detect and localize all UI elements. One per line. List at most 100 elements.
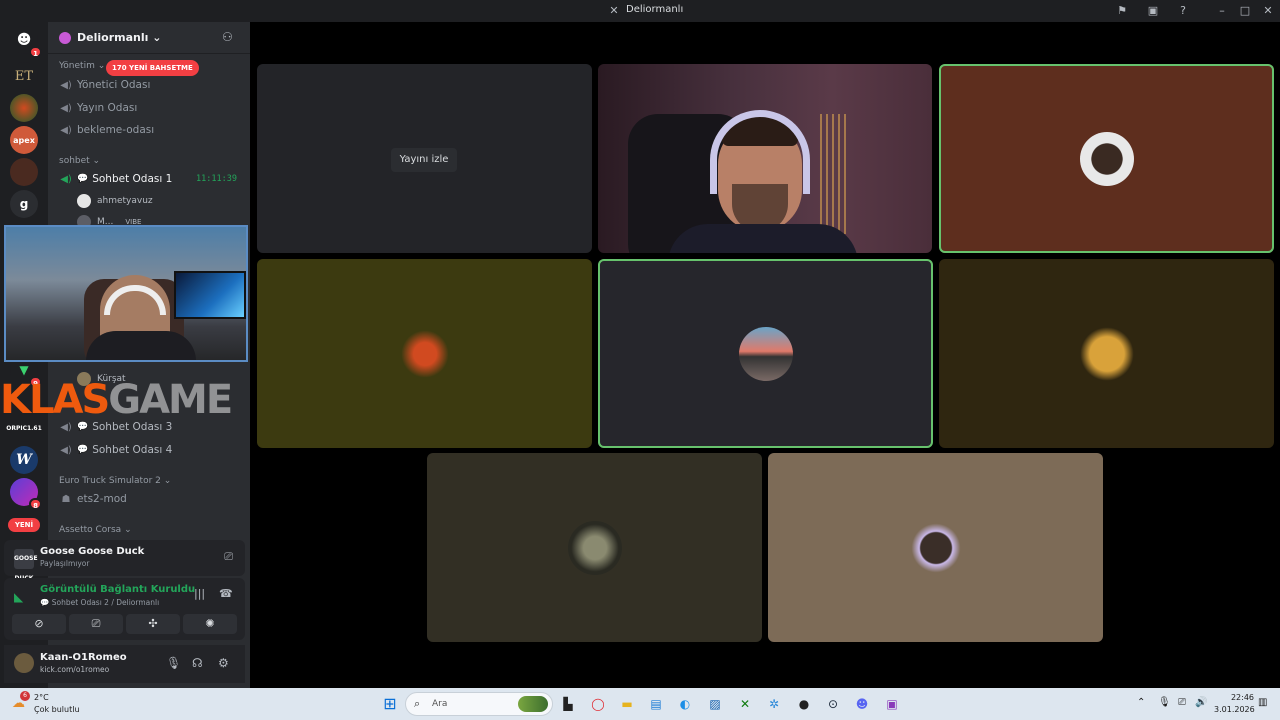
home-badge: 1 (29, 46, 42, 58)
channel-bekleme-odasi[interactable]: ◀) bekleme-odası (59, 120, 245, 140)
home-discord-icon[interactable]: ☻ 1 (10, 26, 42, 58)
taskbar-search[interactable]: ⌕ Ara (405, 692, 553, 716)
weather-temp: 2°C (34, 693, 49, 702)
headphones-icon[interactable]: ☊ (192, 656, 203, 670)
voice-user[interactable]: ahmetyavuz (77, 192, 153, 210)
video-tile-streamer-camera[interactable] (598, 64, 932, 253)
opera-browser-icon[interactable]: ◯ (588, 694, 608, 714)
minimize-button[interactable]: – (1214, 3, 1230, 19)
chat-bubble-icon: 💬 (40, 598, 50, 607)
notifications-icon[interactable]: ▥ (1258, 697, 1267, 708)
network-icon[interactable]: ⎚ (1178, 697, 1186, 708)
discord-logo-icon: ☻ (16, 32, 32, 48)
help-icon[interactable]: ? (1175, 3, 1191, 19)
server-g[interactable]: g (10, 190, 38, 218)
share-screen-icon[interactable]: ⎚ (224, 550, 233, 564)
category-yonetim[interactable]: Yönetim ⌄ (59, 61, 105, 71)
video-tile-user-4[interactable] (257, 259, 592, 448)
activity-panel[interactable]: GOOSE DUCK Goose Goose Duck Paylaşılmıyo… (4, 540, 245, 582)
task-view-icon[interactable]: ▙ (558, 694, 578, 714)
soundboard-button[interactable]: ✺ (183, 614, 237, 634)
video-tile-user-3[interactable] (939, 64, 1274, 253)
category-sohbet[interactable]: sohbet ⌄ (59, 156, 100, 166)
inbox-tray-icon[interactable]: ▣ (1145, 3, 1161, 19)
channel-yayin-odasi[interactable]: ◀) Yayın Odası (59, 98, 245, 118)
game-icon: GOOSE DUCK (14, 549, 38, 582)
activities-button[interactable]: ✣ (126, 614, 180, 634)
video-tile-user-5[interactable] (598, 259, 933, 448)
channel-yonetici-odasi[interactable]: ◀) Yönetici Odası (59, 75, 245, 95)
mentions-pill[interactable]: 170 YENİ BAHSETME (106, 60, 199, 76)
game-name: Goose Goose Duck (40, 546, 145, 557)
soundboard-icon: ✺ (205, 617, 215, 630)
discord-taskbar-icon[interactable]: ☻ (852, 694, 872, 714)
server-blue-icon[interactable]: 8 (10, 478, 42, 510)
signal-icon[interactable]: ◣ (14, 590, 23, 604)
user-panel: Kaan-O1Romeo kick.com/o1romeo 🎙 ☊ ⚙ (4, 645, 245, 683)
category-assetto[interactable]: Assetto Corsa ⌄ (59, 525, 132, 535)
close-button[interactable]: ✕ (1260, 3, 1276, 19)
speaker-icon: ◀) (60, 421, 72, 433)
server-apex[interactable]: apex (10, 126, 38, 154)
edge-icon[interactable]: ◐ (675, 694, 695, 714)
new-unreads-pill[interactable]: YENİ (8, 518, 40, 532)
category-ets2[interactable]: Euro Truck Simulator 2 ⌄ (59, 476, 171, 486)
search-placeholder: Ara (432, 699, 448, 709)
channel-sohbet-odasi-4[interactable]: ◀) 💬 Sohbet Odası 4 (59, 440, 245, 460)
discord-title-icon: ✕ (609, 4, 619, 17)
user-name[interactable]: Kaan-O1Romeo (40, 652, 127, 663)
xbox-icon[interactable]: ✕ (735, 694, 755, 714)
avatar (1079, 131, 1134, 186)
microphone-icon[interactable]: 🎙 (166, 656, 181, 670)
steam-icon[interactable]: ⊙ (823, 694, 843, 714)
noise-suppression-icon[interactable]: ||| (194, 587, 205, 600)
disconnect-icon[interactable]: ☎ (219, 587, 233, 600)
invite-people-icon[interactable]: ⚇ (222, 30, 233, 44)
channel-ets2-mod[interactable]: ☗ ets2-mod (59, 489, 245, 509)
video-tile-stream[interactable]: Yayını izle (257, 64, 592, 253)
weather-badge: 6 (20, 691, 30, 701)
user-avatar[interactable] (14, 653, 34, 673)
chat-bubble-icon: 💬 (77, 445, 89, 455)
headphones-icon (710, 110, 810, 194)
inbox-flag-icon[interactable]: ⚑ (1114, 3, 1130, 19)
file-explorer-icon[interactable]: ▬ (617, 694, 637, 714)
clock-date: 3.01.2026 (1214, 705, 1255, 714)
maximize-button[interactable]: □ (1237, 3, 1253, 19)
video-tile-user-7[interactable] (427, 453, 762, 642)
server-dragon-icon[interactable] (10, 94, 38, 122)
server-w[interactable]: W (10, 446, 38, 474)
volume-icon[interactable]: 🔊 (1195, 697, 1207, 708)
mic-tray-icon[interactable]: 🎙 (1158, 697, 1171, 708)
avatar (1079, 326, 1134, 381)
clock[interactable]: 22:46 3.01.2026 (1214, 692, 1255, 716)
server-et[interactable]: ET (10, 62, 38, 90)
webcam-overlay (4, 225, 248, 362)
background-monitor (174, 271, 246, 319)
settings-gear-icon[interactable]: ⚙ (218, 656, 229, 670)
voice-status[interactable]: Görüntülü Bağlantı Kuruldu (40, 584, 195, 595)
forum-icon: ☗ (61, 493, 71, 505)
show-hidden-icons[interactable]: ⌃ (1137, 697, 1145, 708)
server-header[interactable]: Deliormanlı ⌄ ⚇ (48, 22, 250, 54)
search-icon: ⌕ (414, 697, 421, 710)
green-server-glyph-icon: ▼ (19, 363, 29, 377)
video-tile-user-8[interactable] (768, 453, 1103, 642)
settings-app-icon[interactable]: ✲ (764, 694, 784, 714)
voice-location[interactable]: 💬 Sohbet Odası 2 / Deliormanlı (40, 598, 159, 607)
avatar (738, 326, 793, 381)
video-stage: Yayını izle (250, 22, 1280, 688)
screen-share-button[interactable]: ⎚ (69, 614, 123, 634)
video-tile-user-6[interactable] (939, 259, 1274, 448)
camera-off-button[interactable]: ⊘ (12, 614, 66, 634)
obs-icon[interactable]: ● (794, 694, 814, 714)
photos-icon[interactable]: ▨ (705, 694, 725, 714)
streamer-shirt (86, 331, 196, 360)
screen-share-icon: ⎚ (91, 617, 101, 630)
start-windows-icon[interactable]: ⊞ (380, 694, 400, 714)
app-icon[interactable]: ▣ (882, 694, 902, 714)
watch-stream-button[interactable]: Yayını izle (391, 148, 457, 172)
server-arena-icon[interactable] (10, 158, 38, 186)
channel-sohbet-odasi-1[interactable]: ◀) 💬 Sohbet Odası 1 11:11:39 (59, 169, 245, 189)
store-icon[interactable]: ▤ (646, 694, 666, 714)
